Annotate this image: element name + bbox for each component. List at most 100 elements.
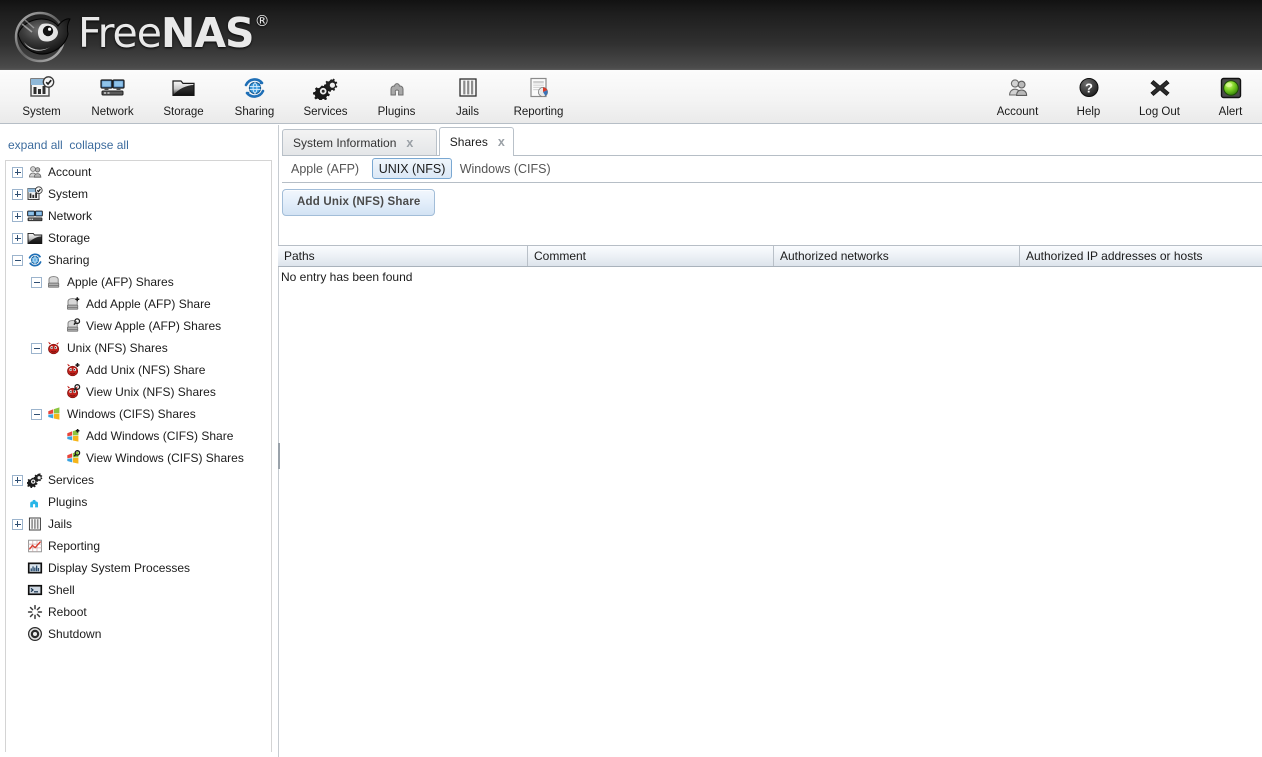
toolbar-button-storage[interactable]: Storage xyxy=(148,70,219,123)
reporting-graph-icon xyxy=(27,538,43,554)
toolbar-button-sharing[interactable]: Sharing xyxy=(219,70,290,123)
shell-terminal-icon xyxy=(27,582,43,598)
tree-item-shutdown[interactable]: Shutdown xyxy=(6,623,271,645)
collapse-all-link[interactable]: collapse all xyxy=(69,138,128,152)
tree-expander-minus[interactable] xyxy=(31,276,42,288)
tab-label: Shares xyxy=(449,135,488,149)
tree-expander-plus[interactable] xyxy=(12,188,23,200)
tree-item-network[interactable]: Network xyxy=(6,205,271,227)
toolbar-button-jails[interactable]: Jails xyxy=(432,70,503,123)
tree-expander-minus[interactable] xyxy=(31,408,42,420)
tree-item-label: Add Unix (NFS) Share xyxy=(86,363,206,377)
navigation-tree: Account System Network Storage Sharing Apple … xyxy=(5,160,272,752)
bsd-daemon-add-icon xyxy=(65,362,81,378)
apple-mac-view-icon xyxy=(65,318,81,334)
add-unix-nfs-share-button[interactable]: Add Unix (NFS) Share xyxy=(282,189,436,216)
tree-item-account[interactable]: Account xyxy=(6,161,271,183)
tree-item-sharing[interactable]: Sharing xyxy=(6,249,271,271)
toolbar-button-account[interactable]: Account xyxy=(982,70,1053,123)
tree-item-system[interactable]: System xyxy=(6,183,271,205)
tree-item-label: View Apple (AFP) Shares xyxy=(86,319,222,333)
freenas-web-ui: FreeNAS® System Network Storage Sharing … xyxy=(0,0,1262,757)
toolbar-button-services[interactable]: Services xyxy=(290,70,361,123)
toolbar-label: Alert xyxy=(1218,106,1243,118)
toolbar-label: Services xyxy=(303,106,348,118)
brand-free: Free xyxy=(78,9,162,57)
tree-item-view-unix-nfs-shares[interactable]: View Unix (NFS) Shares xyxy=(6,381,271,403)
tree-item-view-windows-cifs-shares[interactable]: View Windows (CIFS) Shares xyxy=(6,447,271,469)
tree-item-jails[interactable]: Jails xyxy=(6,513,271,535)
toolbar-button-logout[interactable]: Log Out xyxy=(1124,70,1195,123)
toolbar-label: Plugins xyxy=(377,106,416,118)
freenas-fish-logo-icon xyxy=(14,11,71,63)
subtab-apple-afp[interactable]: Apple (AFP) xyxy=(284,158,366,179)
grid-column-header[interactable]: Paths xyxy=(278,246,528,266)
toolbar-button-alert[interactable]: Alert xyxy=(1195,70,1262,123)
brand-logo: FreeNAS® xyxy=(12,4,270,66)
toolbar-button-help[interactable]: ? Help xyxy=(1053,70,1124,123)
windows-flag-view-icon xyxy=(65,450,81,466)
grid-column-header[interactable]: Comment xyxy=(528,246,774,266)
tree-expander-minus[interactable] xyxy=(12,254,23,266)
subtab-unix-nfs[interactable]: UNIX (NFS) xyxy=(371,158,453,179)
tree-expander-minus[interactable] xyxy=(31,342,42,354)
toolbar-label: Storage xyxy=(163,106,204,118)
system-chart-check-icon xyxy=(27,186,43,202)
toolbar-button-plugins[interactable]: Plugins xyxy=(361,70,432,123)
tree-expander-plus[interactable] xyxy=(12,166,23,178)
tree-item-reporting[interactable]: Reporting xyxy=(6,535,271,557)
tree-item-label: Reporting xyxy=(48,539,101,553)
subtab-windows-cifs[interactable]: Windows (CIFS) xyxy=(453,158,558,179)
tree-item-storage[interactable]: Storage xyxy=(6,227,271,249)
shutdown-power-icon xyxy=(27,626,43,642)
tree-expander-plus[interactable] xyxy=(12,210,23,222)
tree-expander-plus[interactable] xyxy=(12,474,23,486)
tree-item-add-windows-cifs-share[interactable]: Add Windows (CIFS) Share xyxy=(6,425,271,447)
plugins-puzzle-icon xyxy=(27,494,43,510)
bsd-daemon-icon xyxy=(46,340,62,356)
apple-mac-add-icon xyxy=(65,296,81,312)
account-users-icon xyxy=(1005,75,1031,101)
tree-item-reboot[interactable]: Reboot xyxy=(6,601,271,623)
shares-grid: Paths Comment Authorized networks Authorize… xyxy=(278,245,1262,284)
app-header: FreeNAS® xyxy=(0,0,1262,70)
sharing-globe-refresh-icon xyxy=(242,75,268,101)
splitter-grip[interactable] xyxy=(278,443,280,469)
tree-item-plugins[interactable]: Plugins xyxy=(6,491,271,513)
tree-expander-plus[interactable] xyxy=(12,518,23,530)
share-type-subtabs: Apple (AFP) UNIX (NFS) Windows (CIFS) xyxy=(282,156,1262,183)
toolbar-label: Reporting xyxy=(513,106,564,118)
processes-terminal-icon xyxy=(27,560,43,576)
svg-text:?: ? xyxy=(1085,81,1093,96)
toolbar-left-group: System Network Storage Sharing Services … xyxy=(6,70,574,123)
toolbar-button-reporting[interactable]: Reporting xyxy=(503,70,574,123)
tree-expander-plus[interactable] xyxy=(12,232,23,244)
tab-shares[interactable]: Shares x xyxy=(438,127,515,156)
tree-item-add-apple-afp-share[interactable]: Add Apple (AFP) Share xyxy=(6,293,271,315)
brand-registered-mark: ® xyxy=(254,12,270,31)
tree-item-label: Account xyxy=(48,165,92,179)
toolbar-button-network[interactable]: Network xyxy=(77,70,148,123)
system-chart-check-icon xyxy=(29,75,55,101)
tree-item-display-system-processes[interactable]: Display System Processes xyxy=(6,557,271,579)
grid-header-row: Paths Comment Authorized networks Authorize… xyxy=(278,245,1262,267)
action-bar: Add Unix (NFS) Share xyxy=(282,183,1262,227)
tree-item-label: Unix (NFS) Shares xyxy=(67,341,168,355)
expand-all-link[interactable]: expand all xyxy=(8,138,63,152)
alert-green-led-icon xyxy=(1218,75,1244,101)
grid-column-header[interactable]: Authorized networks xyxy=(774,246,1020,266)
tab-system-information[interactable]: System Information x xyxy=(282,129,437,155)
grid-column-header[interactable]: Authorized IP addresses or hosts xyxy=(1020,246,1262,266)
tab-close-icon[interactable]: x xyxy=(406,136,413,149)
tree-item-windows-cifs-shares[interactable]: Windows (CIFS) Shares xyxy=(6,403,271,425)
tree-item-apple-afp-shares[interactable]: Apple (AFP) Shares xyxy=(6,271,271,293)
tree-item-view-apple-afp-shares[interactable]: View Apple (AFP) Shares xyxy=(6,315,271,337)
tree-item-unix-nfs-shares[interactable]: Unix (NFS) Shares xyxy=(6,337,271,359)
tree-item-add-unix-nfs-share[interactable]: Add Unix (NFS) Share xyxy=(6,359,271,381)
tab-close-icon[interactable]: x xyxy=(498,136,505,149)
tree-item-shell[interactable]: Shell xyxy=(6,579,271,601)
toolbar-button-system[interactable]: System xyxy=(6,70,77,123)
tree-item-label: View Windows (CIFS) Shares xyxy=(86,451,244,465)
account-users-icon xyxy=(27,164,43,180)
tree-item-services[interactable]: Services xyxy=(6,469,271,491)
